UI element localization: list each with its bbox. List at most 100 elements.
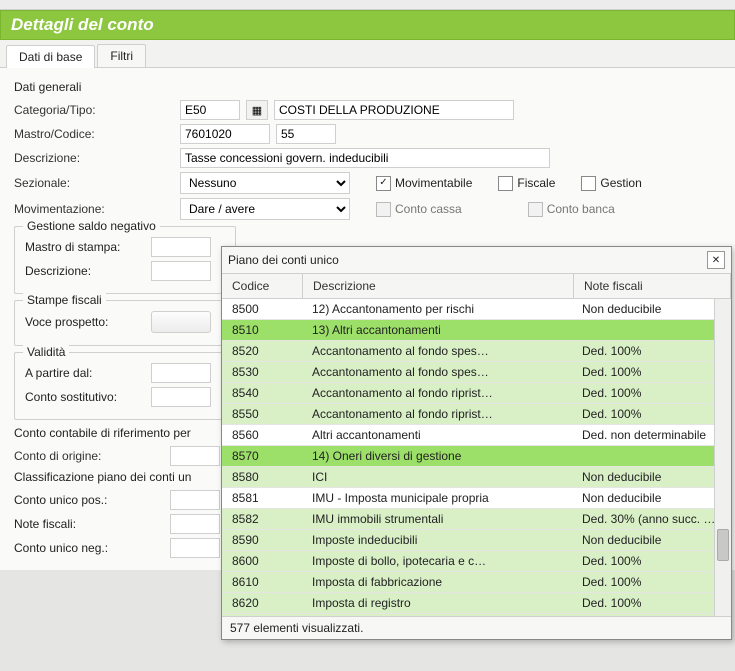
input-conto-unico-pos[interactable]: [170, 490, 220, 510]
check-gestion[interactable]: Gestion: [581, 176, 641, 191]
checkbox-icon: [528, 202, 543, 217]
grid-header: Codice Descrizione Note fiscali: [222, 274, 731, 299]
select-movimentazione[interactable]: Dare / avere: [180, 198, 350, 220]
col-note[interactable]: Note fiscali: [574, 274, 731, 298]
table-row[interactable]: 8560Altri accantonamentiDed. non determi…: [222, 425, 731, 446]
cell-note: Non deducibile: [572, 533, 731, 547]
checkbox-icon: [376, 202, 391, 217]
tabset: Dati di base Filtri: [0, 40, 735, 68]
table-row[interactable]: 8540Accantonamento al fondo riprist…Ded.…: [222, 383, 731, 404]
label-conto-unico-pos: Conto unico pos.:: [14, 493, 164, 507]
cell-codice: 8620: [222, 596, 302, 610]
check-conto-banca: Conto banca: [528, 202, 615, 217]
label-descr2: Descrizione:: [25, 264, 145, 278]
cell-note: Ded. non determinabile: [572, 428, 731, 442]
group-validita: Validità A partire dal: Conto sostitutiv…: [14, 352, 236, 420]
table-row[interactable]: 8550Accantonamento al fondo riprist…Ded.…: [222, 404, 731, 425]
table-row[interactable]: 8620Imposta di registroDed. 100%: [222, 593, 731, 614]
check-conto-cassa: Conto cassa: [376, 202, 462, 217]
cell-descrizione: IMU immobili strumentali: [302, 512, 572, 526]
tab-filtri[interactable]: Filtri: [97, 44, 146, 67]
group-stampe-fiscali: Stampe fiscali Voce prospetto:: [14, 300, 236, 346]
top-menubar: [0, 0, 735, 10]
cell-codice: 8510: [222, 323, 302, 337]
legend-stampe: Stampe fiscali: [23, 293, 106, 307]
grid-icon: ▦: [252, 104, 262, 117]
label-mastro: Mastro/Codice:: [14, 127, 174, 141]
table-row[interactable]: 8580ICINon deducibile: [222, 467, 731, 488]
cell-descrizione: Imposte indeducibili: [302, 533, 572, 547]
lookup-categoria-button[interactable]: ▦: [246, 100, 268, 120]
input-conto-sost[interactable]: [151, 387, 211, 407]
cell-note: Non deducibile: [572, 491, 731, 505]
popup-piano-conti: Piano dei conti unico ✕ Codice Descrizio…: [221, 246, 732, 640]
cell-codice: 8582: [222, 512, 302, 526]
label-sezionale: Sezionale:: [14, 176, 174, 190]
popup-footer: 577 elementi visualizzati.: [222, 616, 731, 639]
checkbox-icon: [498, 176, 513, 191]
table-row[interactable]: 8590Imposte indeducibiliNon deducibile: [222, 530, 731, 551]
cell-descrizione: Imposte di bollo, ipotecaria e c…: [302, 554, 572, 568]
label-note-fiscali: Note fiscali:: [14, 517, 164, 531]
table-row[interactable]: 8530Accantonamento al fondo spes…Ded. 10…: [222, 362, 731, 383]
table-row[interactable]: 8610Imposta di fabbricazioneDed. 100%: [222, 572, 731, 593]
input-note-fiscali[interactable]: [170, 514, 220, 534]
cell-descrizione: Altri accantonamenti: [302, 428, 572, 442]
check-fiscale[interactable]: Fiscale: [498, 176, 555, 191]
input-descrizione[interactable]: [180, 148, 550, 168]
btn-voce-prospetto[interactable]: [151, 311, 211, 333]
cell-note: Non deducibile: [572, 302, 731, 316]
cell-codice: 8581: [222, 491, 302, 505]
input-categoria-desc[interactable]: [274, 100, 514, 120]
table-row[interactable]: 8520Accantonamento al fondo spes…Ded. 10…: [222, 341, 731, 362]
cell-note: Ded. 100%: [572, 365, 731, 379]
check-label: Conto cassa: [395, 202, 462, 216]
select-sezionale[interactable]: Nessuno: [180, 172, 350, 194]
cell-descrizione: 14) Oneri diversi di gestione: [302, 449, 572, 463]
table-row[interactable]: 850012) Accantonamento per rischiNon ded…: [222, 299, 731, 320]
label-conto-unico-neg: Conto unico neg.:: [14, 541, 164, 555]
label-movimentazione: Movimentazione:: [14, 202, 174, 216]
section-dati-generali: Dati generali: [14, 80, 721, 94]
col-codice[interactable]: Codice: [222, 274, 303, 298]
cell-descrizione: 12) Accantonamento per rischi: [302, 302, 572, 316]
cell-codice: 8540: [222, 386, 302, 400]
input-codice[interactable]: [276, 124, 336, 144]
legend-saldo-negativo: Gestione saldo negativo: [23, 219, 160, 233]
input-mastro-stampa[interactable]: [151, 237, 211, 257]
input-mastro[interactable]: [180, 124, 270, 144]
check-label: Gestion: [600, 176, 641, 190]
cell-descrizione: Accantonamento al fondo riprist…: [302, 386, 572, 400]
table-row[interactable]: 851013) Altri accantonamenti: [222, 320, 731, 341]
tab-dati-base[interactable]: Dati di base: [6, 45, 95, 68]
label-a-partire: A partire dal:: [25, 366, 145, 380]
cell-note: Ded. 100%: [572, 554, 731, 568]
scrollbar-thumb[interactable]: [717, 529, 729, 561]
input-categoria-code[interactable]: [180, 100, 240, 120]
cell-codice: 8550: [222, 407, 302, 421]
cell-descrizione: 13) Altri accantonamenti: [302, 323, 572, 337]
col-descrizione[interactable]: Descrizione: [303, 274, 574, 298]
label-categoria: Categoria/Tipo:: [14, 103, 174, 117]
checkbox-icon: ✓: [376, 176, 391, 191]
table-row[interactable]: 8600Imposte di bollo, ipotecaria e c…Ded…: [222, 551, 731, 572]
label-conto-origine: Conto di origine:: [14, 449, 164, 463]
cell-descrizione: Accantonamento al fondo spes…: [302, 344, 572, 358]
input-descr2[interactable]: [151, 261, 211, 281]
table-row[interactable]: 857014) Oneri diversi di gestione: [222, 446, 731, 467]
cell-codice: 8500: [222, 302, 302, 316]
table-row[interactable]: 8582IMU immobili strumentaliDed. 30% (an…: [222, 509, 731, 530]
label-conto-sost: Conto sostitutivo:: [25, 390, 145, 404]
input-a-partire[interactable]: [151, 363, 211, 383]
group-saldo-negativo: Gestione saldo negativo Mastro di stampa…: [14, 226, 236, 294]
input-conto-unico-neg[interactable]: [170, 538, 220, 558]
label-mastro-stampa: Mastro di stampa:: [25, 240, 145, 254]
check-movimentabile[interactable]: ✓ Movimentabile: [376, 176, 472, 191]
input-conto-origine[interactable]: [170, 446, 220, 466]
scrollbar[interactable]: [714, 299, 731, 616]
popup-close-button[interactable]: ✕: [707, 251, 725, 269]
cell-codice: 8530: [222, 365, 302, 379]
cell-note: Ded. 100%: [572, 575, 731, 589]
table-row[interactable]: 8581IMU - Imposta municipale propriaNon …: [222, 488, 731, 509]
table-row[interactable]: 8630Tasse di concessione governa…Ded. 10…: [222, 614, 731, 616]
